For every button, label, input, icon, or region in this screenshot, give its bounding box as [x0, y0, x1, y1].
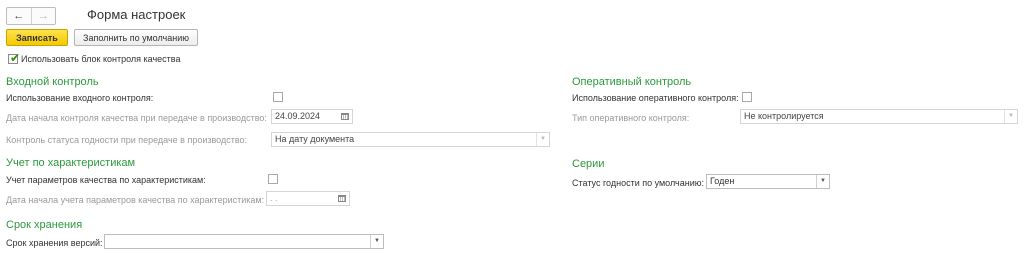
- incoming-start-date-value: 24.09.2024: [275, 111, 321, 121]
- characteristics-heading: Учет по характеристикам: [6, 157, 136, 169]
- page-title: Форма настроек: [87, 7, 186, 22]
- characteristics-params-label: Учет параметров качества по характеристи…: [6, 175, 206, 185]
- incoming-control-use-label: Использование входного контроля:: [6, 93, 154, 103]
- save-button[interactable]: Записать: [6, 29, 68, 46]
- navigation-buttons: ← →: [6, 7, 56, 25]
- characteristics-start-date-value: . .: [270, 193, 278, 203]
- characteristics-params-checkbox[interactable]: [268, 174, 278, 184]
- incoming-start-date-label: Дата начала контроля качества при переда…: [6, 113, 267, 123]
- incoming-control-heading: Входной контроль: [6, 76, 99, 88]
- incoming-control-use-checkbox[interactable]: [273, 92, 283, 102]
- calendar-icon[interactable]: [335, 192, 349, 205]
- chevron-down-icon[interactable]: ▼: [1004, 110, 1017, 123]
- operative-type-value: Не контролируется: [744, 111, 824, 121]
- series-heading: Серии: [572, 158, 605, 170]
- incoming-status-value: На дату документа: [275, 134, 355, 144]
- back-arrow-icon[interactable]: ←: [7, 8, 31, 24]
- operative-control-use-checkbox[interactable]: [742, 92, 752, 102]
- operative-type-label: Тип оперативного контроля:: [572, 113, 690, 123]
- storage-versions-label: Срок хранения версий:: [6, 238, 103, 248]
- incoming-start-date-field[interactable]: 24.09.2024: [271, 109, 353, 124]
- chevron-down-icon[interactable]: ▼: [370, 235, 383, 248]
- series-status-value: Годен: [710, 176, 735, 186]
- operative-control-use-label: Использование оперативного контроля:: [572, 93, 739, 103]
- chevron-down-icon[interactable]: ▼: [536, 133, 549, 146]
- series-status-select[interactable]: Годен ▼: [706, 174, 830, 189]
- characteristics-start-date-field[interactable]: . .: [266, 191, 350, 206]
- incoming-status-select[interactable]: На дату документа ▼: [271, 132, 550, 147]
- storage-heading: Срок хранения: [6, 219, 83, 231]
- calendar-icon[interactable]: [338, 110, 352, 123]
- incoming-status-label: Контроль статуса годности при передаче в…: [6, 135, 248, 145]
- characteristics-start-date-label: Дата начала учета параметров качества по…: [6, 195, 265, 205]
- forward-arrow-icon[interactable]: →: [32, 8, 56, 24]
- operative-type-select[interactable]: Не контролируется ▼: [740, 109, 1018, 124]
- quality-block-checkbox[interactable]: ✔: [8, 51, 21, 65]
- series-status-label: Статус годности по умолчанию:: [572, 178, 704, 188]
- fill-default-button[interactable]: Заполнить по умолчанию: [74, 29, 198, 46]
- storage-versions-select[interactable]: ▼: [104, 234, 384, 249]
- chevron-down-icon[interactable]: ▼: [816, 175, 829, 188]
- quality-block-label: Использовать блок контроля качества: [21, 54, 181, 64]
- checkmark-icon: ✔: [10, 51, 21, 65]
- operative-control-heading: Оперативный контроль: [572, 76, 692, 88]
